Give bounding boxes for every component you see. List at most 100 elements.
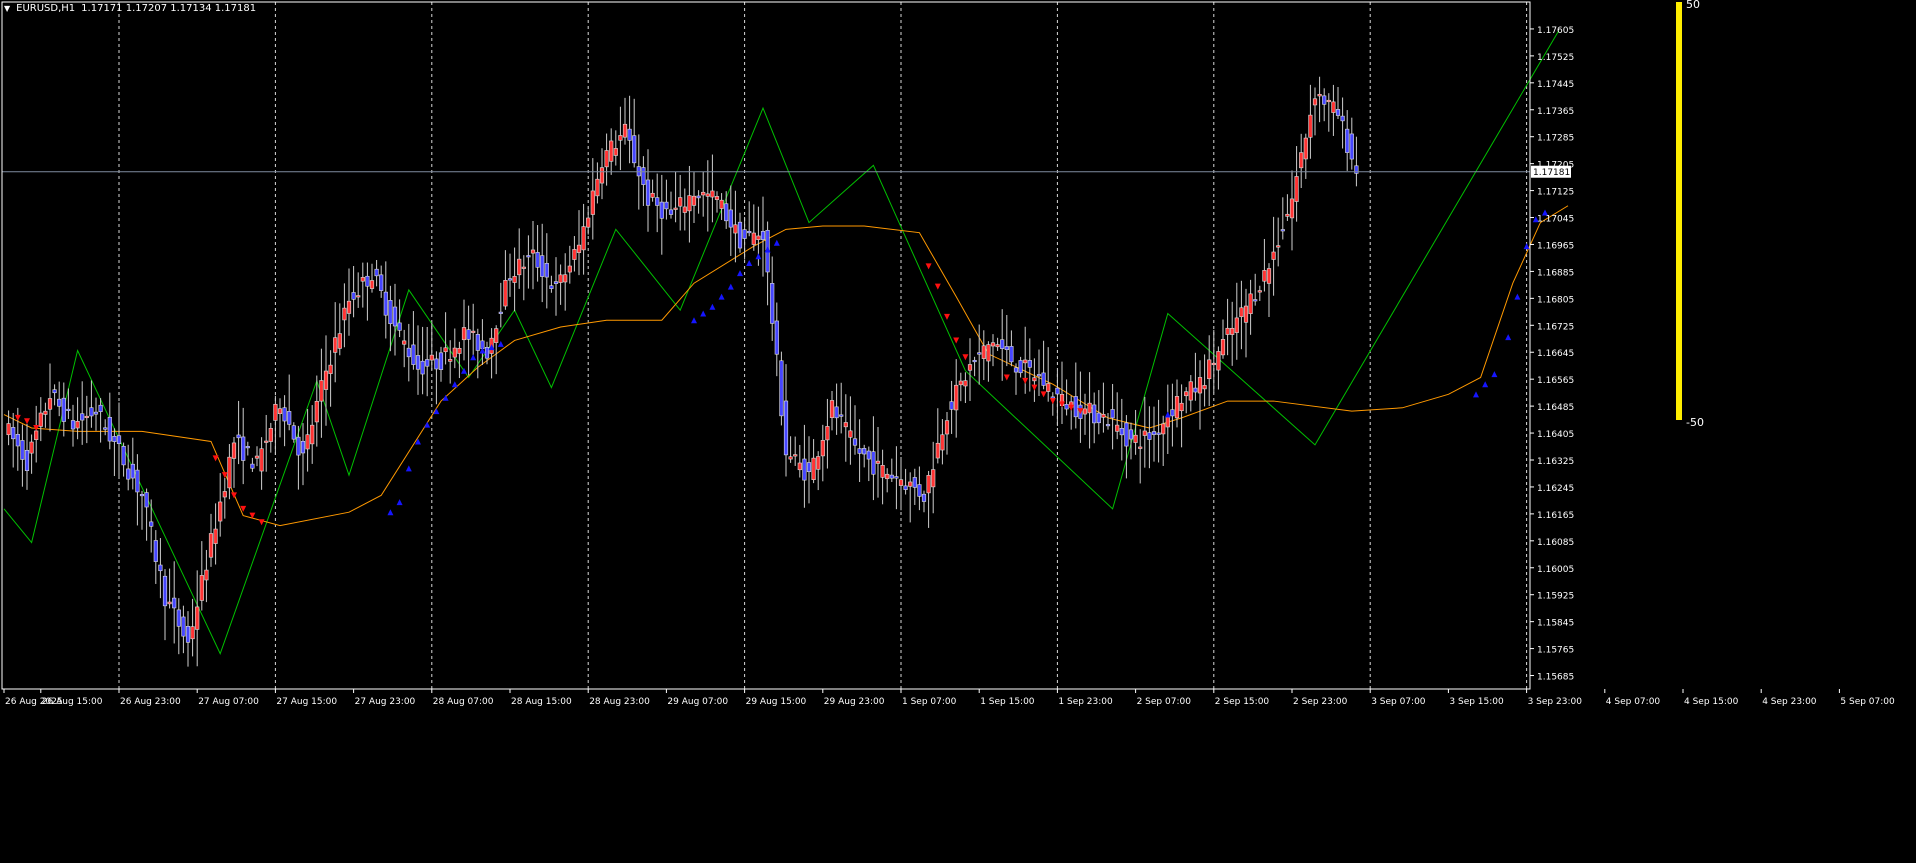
candle-body [1156, 432, 1161, 435]
candle-body [11, 427, 16, 440]
candle-body [535, 252, 540, 268]
candle-body [287, 411, 292, 425]
candle-body [908, 481, 913, 487]
candle-body [802, 458, 807, 481]
candle-body [144, 492, 149, 508]
candle-body [926, 475, 931, 494]
time-tick-label: 28 Aug 15:00 [511, 697, 572, 707]
down-arrow-icon [1040, 391, 1047, 398]
candle-body [277, 408, 283, 414]
candle-body [1110, 409, 1115, 419]
candle-body [581, 226, 586, 251]
candle-body [379, 274, 384, 291]
candle-body [452, 347, 457, 358]
candle-body [816, 456, 821, 470]
up-arrow-icon [461, 367, 467, 374]
candle-body [245, 446, 250, 449]
candle-body [1004, 346, 1009, 351]
candle-body [498, 311, 503, 314]
candle-body [944, 420, 950, 435]
candle-body [903, 485, 908, 490]
down-arrow-icon [231, 492, 237, 499]
candle-body [940, 434, 945, 451]
time-tick-label: 27 Aug 15:00 [276, 697, 337, 707]
down-arrow-icon [934, 283, 941, 290]
candle-body [977, 352, 982, 355]
candle-body [540, 255, 545, 277]
up-arrow-icon [1164, 411, 1171, 418]
candle-body [1317, 93, 1322, 97]
candle-body [135, 469, 140, 493]
candle-body [1064, 403, 1069, 410]
candle-body [664, 201, 669, 210]
candle-body [820, 440, 825, 457]
down-arrow-icon [1022, 377, 1029, 384]
time-tick-label: 26 Aug 15:00 [42, 697, 103, 707]
candle-body [333, 337, 338, 353]
candle-body [958, 380, 963, 386]
candle-body [24, 449, 30, 471]
candle-body [885, 473, 890, 480]
candle-body [894, 476, 899, 479]
candle-body [1170, 409, 1175, 417]
candle-body [406, 347, 411, 358]
price-tick-label: 1.16485 [1537, 403, 1574, 413]
candle-body [572, 249, 577, 260]
time-tick-label: 27 Aug 23:00 [355, 697, 416, 707]
candle-body [549, 285, 554, 289]
candle-body [231, 442, 237, 459]
indicator-fill [1676, 2, 1682, 420]
candle-body [1092, 404, 1097, 424]
candle-body [793, 454, 798, 457]
candle-body [254, 455, 260, 459]
candle-body [121, 446, 126, 466]
candle-body [530, 249, 536, 254]
down-arrow-icon [953, 337, 960, 344]
candle-body [328, 364, 333, 374]
candle-body [503, 280, 508, 307]
candle-body [116, 435, 122, 444]
price-tick-label: 1.17445 [1537, 80, 1574, 90]
candle-body [843, 422, 848, 428]
candle-body [457, 348, 462, 354]
candle-body [1184, 391, 1189, 397]
candle-body [130, 463, 135, 479]
candle-body [397, 322, 402, 331]
candle-body [236, 434, 241, 439]
symbol-label: EURUSD,H1 [16, 3, 76, 14]
chart-title-bar[interactable]: ▼ EURUSD,H1 1.17171 1.17207 1.17134 1.17… [4, 3, 256, 14]
candle-body [448, 359, 453, 362]
candle-body [1018, 360, 1023, 374]
candle-body [963, 380, 968, 387]
caret-down-icon[interactable]: ▼ [4, 4, 10, 13]
candle-body [912, 477, 917, 488]
up-arrow-icon [1491, 371, 1498, 378]
candle-body [1165, 417, 1170, 428]
candle-body [388, 300, 393, 325]
up-arrow-icon [470, 354, 477, 361]
candle-body [733, 224, 738, 234]
candle-body [659, 201, 664, 219]
price-chart[interactable]: 50 -50 1.17605 1.17525 1.17445 1.17365 1.172… [0, 0, 1916, 863]
candle-body [990, 342, 996, 347]
candle-body [687, 195, 692, 212]
candle-body [268, 428, 273, 442]
time-tick-label: 1 Sep 23:00 [1058, 697, 1113, 707]
up-arrow-icon [709, 303, 716, 310]
candle-body [342, 307, 347, 321]
candle-body [70, 420, 76, 430]
price-tick-label: 1.17525 [1537, 53, 1574, 63]
up-arrow-icon [1482, 381, 1489, 388]
candle-body [484, 346, 490, 359]
plot-frame [1, 1, 1531, 690]
price-tick-label: 1.16725 [1537, 322, 1574, 332]
candle-body [1124, 422, 1129, 447]
candle-body [6, 423, 11, 436]
candle-body [1253, 299, 1258, 302]
candle-body [917, 484, 922, 497]
candle-body [1211, 362, 1216, 366]
candle-body [1032, 377, 1037, 382]
up-arrow-icon [718, 293, 725, 300]
price-tick-label: 1.16405 [1537, 430, 1574, 440]
up-arrow-icon [1473, 391, 1479, 398]
